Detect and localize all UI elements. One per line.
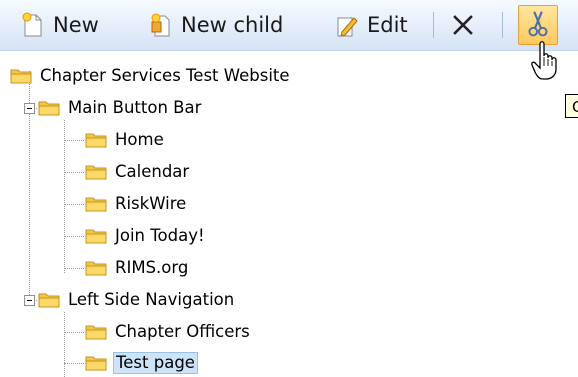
collapse-toggle-main-button-bar[interactable]	[24, 103, 35, 114]
tree-node-label: Join Today!	[115, 226, 205, 245]
folder-icon	[38, 293, 60, 308]
tree-node-main-button-bar[interactable]: Main Button Bar	[38, 96, 203, 120]
folder-icon	[85, 197, 107, 212]
tree-node-label: RiskWire	[115, 194, 187, 213]
collapse-toggle-left-side-navigation[interactable]	[24, 295, 35, 306]
tree-node-join-today[interactable]: Join Today!	[85, 224, 207, 248]
cut-button[interactable]	[518, 5, 558, 45]
new-page-icon	[22, 12, 42, 37]
folder-icon	[85, 133, 107, 148]
tree-node-label: Chapter Officers	[115, 322, 250, 341]
tree-node-label: Chapter Services Test Website	[40, 66, 290, 85]
folder-icon	[85, 325, 107, 340]
tree-connector	[64, 268, 84, 269]
tree-connector	[64, 236, 84, 237]
edit-pencil-icon	[337, 17, 358, 37]
tree-connector	[64, 172, 84, 173]
edit-button[interactable]: Edit	[336, 8, 408, 42]
toolbar: New New child Edit	[0, 0, 578, 51]
folder-icon	[85, 229, 107, 244]
tree-node-chapter-officers[interactable]: Chapter Officers	[85, 320, 252, 344]
tree-connector	[64, 332, 84, 333]
tree-node-left-side-navigation[interactable]: Left Side Navigation	[38, 288, 236, 312]
folder-icon	[38, 101, 60, 116]
folder-icon	[85, 165, 107, 180]
tree-node-label: Left Side Navigation	[68, 290, 235, 309]
new-button[interactable]: New	[22, 8, 99, 42]
new-child-button-label: New child	[181, 13, 284, 37]
tree-connector	[64, 140, 84, 141]
tree-connector	[64, 204, 84, 205]
new-child-page-icon	[151, 13, 170, 37]
tree-node-test-page[interactable]: Test page	[85, 351, 198, 375]
edit-button-label: Edit	[367, 13, 408, 37]
delete-button[interactable]	[452, 8, 483, 42]
folder-icon	[85, 356, 107, 371]
folder-icon	[85, 261, 107, 276]
folder-icon	[10, 69, 32, 84]
tree-node-label: Main Button Bar	[68, 98, 202, 117]
tree-connector	[64, 363, 84, 364]
tree-node-label: Calendar	[115, 162, 190, 181]
page-tree: Chapter Services Test Website Main Butto…	[0, 50, 578, 377]
delete-x-icon	[453, 15, 473, 35]
tree-node-rims-org[interactable]: RIMS.org	[85, 256, 190, 280]
tree-node-home[interactable]: Home	[85, 128, 166, 152]
tree-connector	[64, 120, 65, 273]
tree-node-label: Test page	[113, 352, 198, 374]
tree-node-root[interactable]: Chapter Services Test Website	[10, 64, 292, 88]
tree-connector	[64, 312, 65, 377]
tree-node-calendar[interactable]: Calendar	[85, 160, 191, 184]
tree-node-label: Home	[115, 130, 164, 149]
tree-node-riskwire[interactable]: RiskWire	[85, 192, 188, 216]
scissors-icon	[528, 11, 548, 37]
toolbar-separator	[433, 12, 434, 38]
toolbar-separator	[502, 12, 503, 38]
new-button-label: New	[53, 13, 99, 37]
new-child-button[interactable]: New child	[150, 8, 283, 42]
tree-node-label: RIMS.org	[115, 258, 189, 277]
